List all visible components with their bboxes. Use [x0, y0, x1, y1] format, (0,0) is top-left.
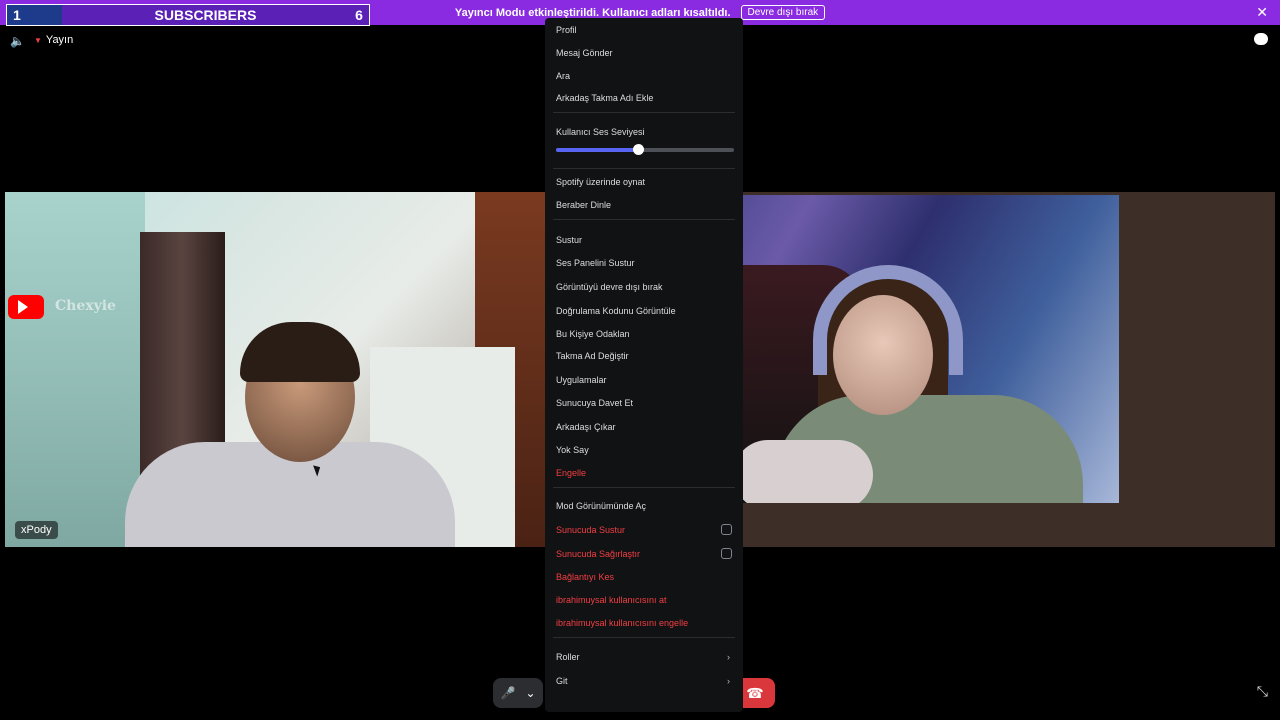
- close-icon[interactable]: ✕: [1256, 4, 1268, 21]
- server-mute-checkbox[interactable]: [721, 524, 732, 535]
- menu-separator: [553, 168, 735, 169]
- server-deafen-checkbox[interactable]: [721, 548, 732, 559]
- play-icon: [18, 300, 28, 314]
- subscriber-label: SUBSCRIBERS: [154, 7, 257, 23]
- menu-item-mute-soundboard[interactable]: Ses Panelini Sustur: [556, 254, 736, 272]
- menu-item-server-mute[interactable]: Sunucuda Sustur: [556, 521, 736, 539]
- menu-item-profile[interactable]: Profil: [556, 21, 736, 39]
- menu-item-roles[interactable]: Roller ›: [556, 648, 736, 666]
- roles-label: Roller: [556, 652, 580, 662]
- speaker-icon[interactable]: 🔈: [10, 34, 25, 48]
- banner-text: Yayıncı Modu etkinleştirildi. Kullanıcı …: [454, 6, 731, 19]
- menu-item-remove-friend[interactable]: Arkadaşı Çıkar: [556, 418, 736, 436]
- server-mute-label: Sunucuda Sustur: [556, 525, 626, 535]
- menu-item-kick-user[interactable]: ibrahimuysal kullanıcısını at: [556, 591, 736, 609]
- menu-item-view-verification-code[interactable]: Doğrulama Kodunu Görüntüle: [556, 302, 736, 320]
- chat-icon[interactable]: [1254, 33, 1268, 45]
- participant-name-label: xPody: [15, 521, 58, 539]
- menu-item-server-deafen[interactable]: Sunucuda Sağırlaştır: [556, 545, 736, 563]
- menu-item-disconnect[interactable]: Bağlantıyı Kes: [556, 568, 736, 586]
- chevron-right-icon: ›: [727, 676, 730, 686]
- video-tile-left[interactable]: Chexyie xPody: [5, 192, 545, 547]
- volume-slider-fill: [556, 148, 638, 152]
- menu-item-apps[interactable]: Uygulamalar: [556, 371, 736, 389]
- menu-item-ban-user[interactable]: ibrahimuysal kullanıcısını engelle: [556, 614, 736, 632]
- user-context-menu: Profil Mesaj Gönder Ara Arkadaş Takma Ad…: [545, 18, 743, 712]
- menu-item-ignore[interactable]: Yok Say: [556, 441, 736, 459]
- background-wall: [5, 192, 145, 547]
- channel-label: Yayın: [45, 34, 74, 46]
- exit-fullscreen-icon[interactable]: ⤡: [1257, 683, 1268, 700]
- menu-item-play-on-spotify[interactable]: Spotify üzerinde oynat: [556, 173, 736, 191]
- menu-separator: [553, 637, 735, 638]
- microphone-icon[interactable]: 🎤: [500, 686, 515, 700]
- menu-item-listen-along[interactable]: Beraber Dinle: [556, 196, 736, 214]
- menu-item-focus-person[interactable]: Bu Kişiye Odaklan: [556, 325, 736, 343]
- chevron-right-icon: ›: [727, 652, 730, 662]
- menu-item-block[interactable]: Engelle: [556, 464, 736, 482]
- menu-item-call[interactable]: Ara: [556, 67, 736, 85]
- caret-down-icon: ▼: [34, 35, 42, 45]
- person-hair: [240, 322, 360, 382]
- user-volume-slider[interactable]: [556, 144, 734, 155]
- menu-item-open-in-mod-view[interactable]: Mod Görünümünde Aç: [556, 497, 736, 515]
- subscriber-count-right: 6: [355, 7, 363, 23]
- volume-slider-knob[interactable]: [632, 144, 644, 155]
- subscriber-counter-overlay: 1 SUBSCRIBERS 6: [6, 4, 370, 26]
- menu-item-user-volume: Kullanıcı Ses Seviyesi: [556, 127, 645, 137]
- menu-separator: [553, 219, 735, 220]
- disable-streamer-mode-button[interactable]: Devre dışı bırak: [740, 5, 826, 20]
- menu-item-add-friend-nickname[interactable]: Arkadaş Takma Adı Ekle: [556, 89, 736, 107]
- server-deafen-label: Sunucuda Sağırlaştır: [556, 549, 641, 559]
- go-label: Git: [556, 676, 568, 686]
- subscriber-count-left: 1: [7, 5, 62, 25]
- menu-separator: [553, 487, 735, 488]
- microphone-control[interactable]: 🎤 ⌄: [493, 678, 543, 708]
- menu-item-go[interactable]: Git ›: [556, 672, 736, 690]
- menu-separator: [553, 112, 735, 113]
- menu-item-change-nickname[interactable]: Takma Ad Değiştir: [556, 347, 736, 365]
- hangup-icon: ☎: [746, 684, 764, 701]
- overlay-channel-name: Chexyie: [55, 298, 116, 314]
- menu-item-disable-video[interactable]: Görüntüyü devre dışı bırak: [556, 278, 736, 296]
- person-pants: [733, 440, 873, 503]
- menu-item-invite-to-server[interactable]: Sunucuya Davet Et: [556, 394, 736, 412]
- chevron-down-icon[interactable]: ⌄: [525, 686, 535, 700]
- channel-name[interactable]: ▼ Yayın: [34, 34, 73, 46]
- menu-item-send-message[interactable]: Mesaj Gönder: [556, 44, 736, 62]
- menu-item-mute[interactable]: Sustur: [556, 231, 736, 249]
